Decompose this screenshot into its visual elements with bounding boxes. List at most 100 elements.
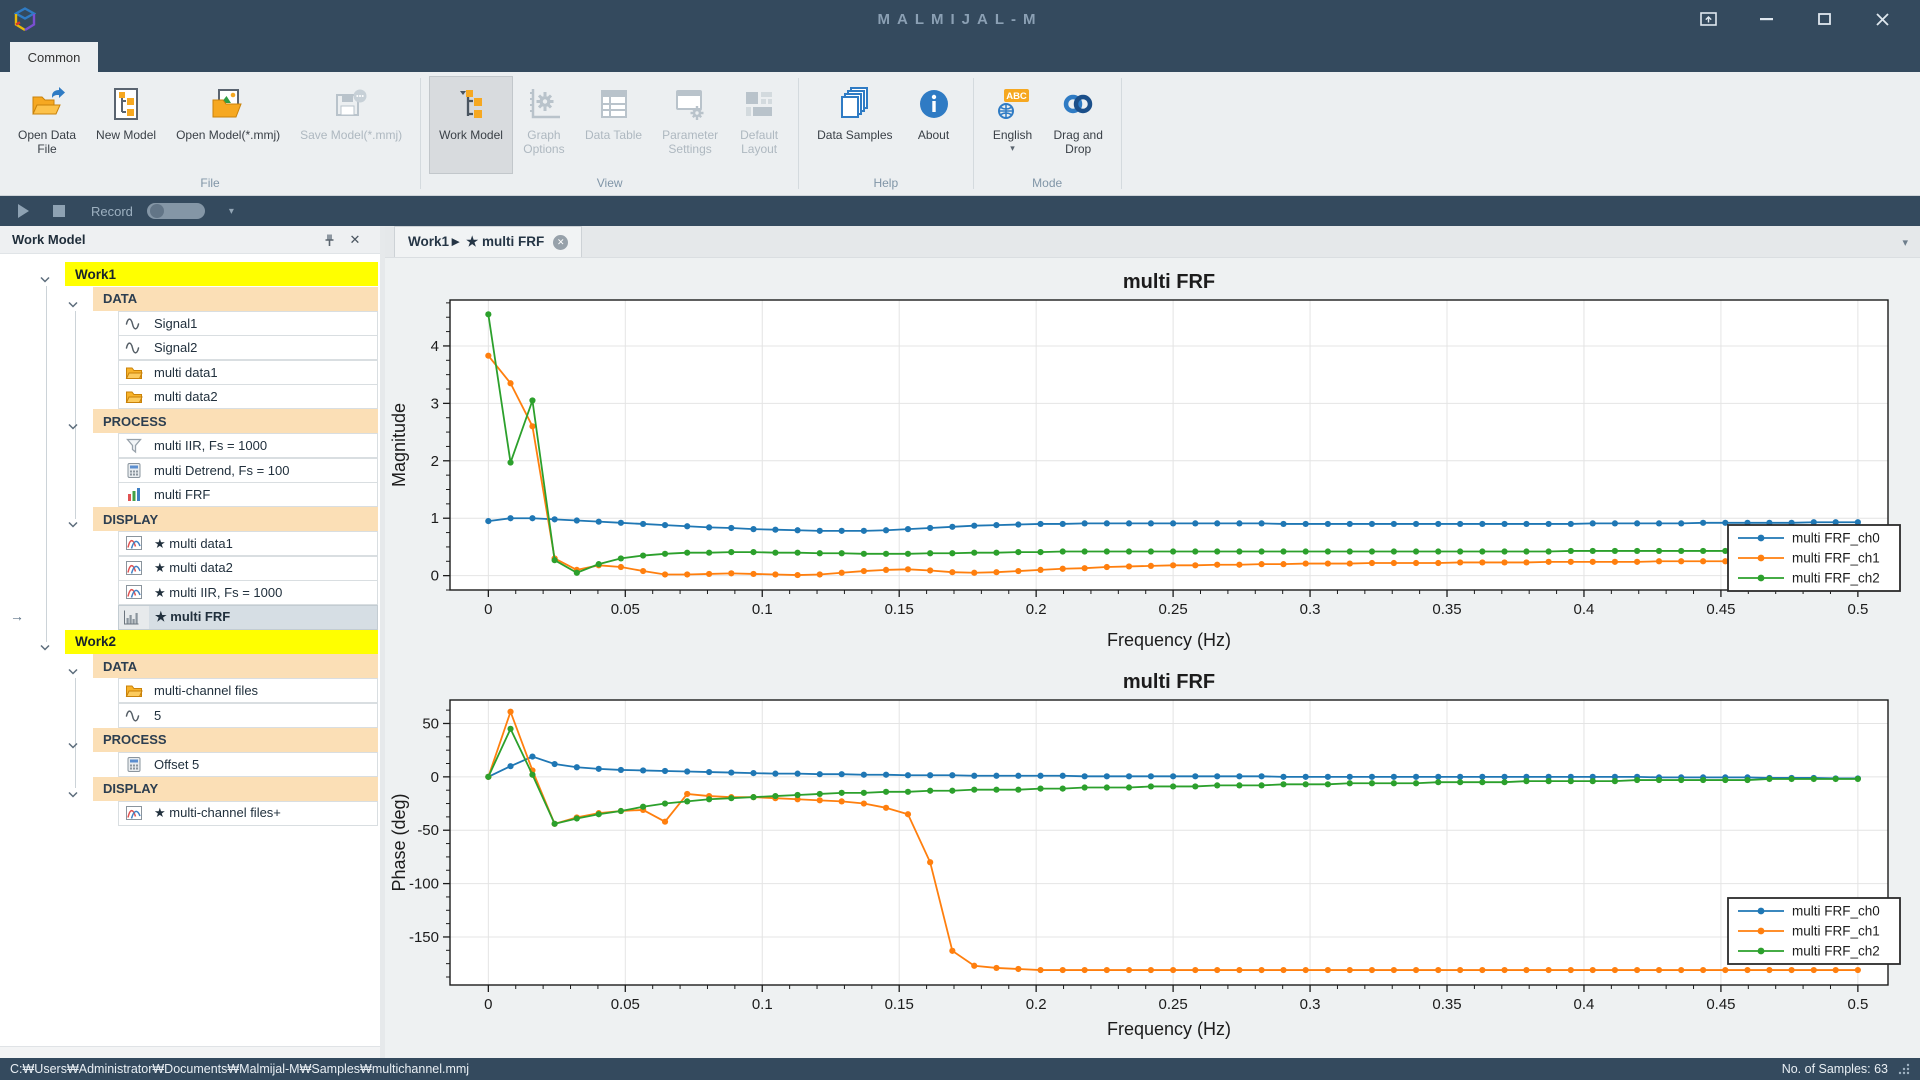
samples-count: No. of Samples: 63 <box>1782 1062 1888 1076</box>
ribbon-group-caption-mode: Mode <box>974 174 1121 195</box>
tree-item-multi-detrend-fs-100[interactable]: multi Detrend, Fs = 100 <box>118 458 378 483</box>
tree-item-5[interactable]: 5 <box>118 703 378 728</box>
tree-item-signal1[interactable]: Signal1 <box>118 311 378 336</box>
tree-item-label: ★ multi-channel files+ <box>154 805 281 821</box>
play-icon[interactable] <box>18 204 29 218</box>
svg-text:0.35: 0.35 <box>1432 601 1461 618</box>
expander-chevron-icon[interactable] <box>68 515 78 533</box>
svg-text:0: 0 <box>484 601 492 618</box>
document-tab-label: Work1► ★ multi FRF <box>408 234 544 250</box>
svg-text:0: 0 <box>484 996 492 1013</box>
pin-icon[interactable] <box>316 233 342 247</box>
tree-item-multi-frf[interactable]: multi FRF <box>118 482 378 507</box>
tree-item-multi-channel-files[interactable]: ★ multi-channel files+ <box>118 801 378 826</box>
dropdown-caret-icon[interactable]: ▾ <box>1010 143 1015 154</box>
tree-item-multi-data2[interactable]: ★ multi data2 <box>118 556 378 581</box>
tree-row-multi-detrend-fs-100: multi Detrend, Fs = 100 <box>0 458 380 483</box>
expander-chevron-icon[interactable] <box>68 417 78 435</box>
tree-item-process[interactable]: PROCESS <box>93 728 378 753</box>
svg-text:0.4: 0.4 <box>1574 601 1595 618</box>
open-model-icon <box>210 84 246 124</box>
close-button[interactable] <box>1868 7 1896 31</box>
document-tab[interactable]: Work1► ★ multi FRF ✕ <box>394 226 582 257</box>
expander-chevron-icon[interactable] <box>68 785 78 803</box>
status-bar: C:₩Users₩Administrator₩Documents₩Malmija… <box>0 1058 1920 1080</box>
tree-item-signal2[interactable]: Signal2 <box>118 335 378 360</box>
tree-item-offset-5[interactable]: Offset 5 <box>118 752 378 777</box>
svg-text:0.1: 0.1 <box>752 996 773 1013</box>
tree-item-label: 5 <box>154 708 161 723</box>
tree-item-display[interactable]: DISPLAY <box>93 777 378 802</box>
tree-item-label: ★ multi data2 <box>154 560 233 576</box>
resize-grip-icon[interactable] <box>1898 1063 1910 1075</box>
svg-text:Phase (deg): Phase (deg) <box>389 793 409 891</box>
tree-item-data[interactable]: DATA <box>93 654 378 679</box>
tree-row-signal1: Signal1 <box>0 311 380 336</box>
ribbon-button-label: Drag and Drop <box>1054 128 1103 157</box>
tree-item-label: ★ multi FRF <box>155 609 230 625</box>
tree-item-display[interactable]: DISPLAY <box>93 507 378 532</box>
expander-chevron-icon[interactable] <box>40 270 50 288</box>
minimize-button[interactable] <box>1752 7 1780 31</box>
ribbon-button-label: Open Model(*.mmj) <box>176 128 280 142</box>
ribbon-button-drag-and-drop[interactable]: Drag and Drop <box>1044 76 1113 174</box>
tree-item-data[interactable]: DATA <box>93 287 378 312</box>
svg-text:0.25: 0.25 <box>1159 996 1188 1013</box>
tree-item-work1[interactable]: Work1 <box>65 262 378 287</box>
maximize-button[interactable] <box>1810 7 1838 31</box>
tree-row-signal2: Signal2 <box>0 336 380 361</box>
folder-icon <box>125 388 147 405</box>
tab-common[interactable]: Common <box>10 42 98 72</box>
tree-item-multi-data1[interactable]: ★ multi data1 <box>118 531 378 556</box>
tree-item-label: multi Detrend, Fs = 100 <box>154 463 289 478</box>
ribbon-button-new-model[interactable]: New Model <box>86 76 166 174</box>
svg-text:-100: -100 <box>409 876 439 893</box>
tree-item-label: multi data1 <box>154 365 218 380</box>
data-table-icon <box>596 84 632 124</box>
wave-icon <box>125 707 147 724</box>
record-toggle[interactable] <box>147 203 205 219</box>
ribbon-button-data-samples[interactable]: Data Samples <box>807 76 902 174</box>
expander-chevron-icon[interactable] <box>68 736 78 754</box>
tree-item-multi-iir-fs-1000[interactable]: ★ multi IIR, Fs = 1000 <box>118 580 378 605</box>
document-area: Work1► ★ multi FRF ✕ ▾ multi FRF00.050.1… <box>385 226 1920 1058</box>
chart2-svg: multi FRF00.050.10.150.20.250.30.350.40.… <box>385 658 1915 1058</box>
ribbon-button-english[interactable]: ABCEnglish▾ <box>982 76 1044 174</box>
tree-item-multi-frf[interactable]: ★ multi FRF <box>118 605 378 630</box>
tree-item-multi-iir-fs-1000[interactable]: multi IIR, Fs = 1000 <box>118 433 378 458</box>
tab-close-icon[interactable]: ✕ <box>553 235 568 250</box>
tree-item-multi-channel-files[interactable]: multi-channel files <box>118 678 378 703</box>
calc-icon <box>125 462 147 479</box>
tree-row-multi-frf: ★ multi FRF→ <box>0 605 380 630</box>
svg-text:Frequency (Hz): Frequency (Hz) <box>1107 630 1231 650</box>
expander-chevron-icon[interactable] <box>40 638 50 656</box>
tree-item-work2[interactable]: Work2 <box>65 630 378 655</box>
panel-close-icon[interactable]: ✕ <box>342 232 368 248</box>
work-model-panel-header: Work Model ✕ <box>0 226 380 254</box>
tree-row-multi-channel-files: multi-channel files <box>0 679 380 704</box>
expander-chevron-icon[interactable] <box>68 295 78 313</box>
tree-item-process[interactable]: PROCESS <box>93 409 378 434</box>
stop-icon[interactable] <box>53 205 65 217</box>
ribbon-button-work-model[interactable]: Work Model <box>429 76 513 174</box>
svg-text:0.05: 0.05 <box>611 996 640 1013</box>
folder-icon <box>125 682 147 699</box>
ribbon-button-open-model-mmj[interactable]: Open Model(*.mmj) <box>166 76 290 174</box>
english-icon: ABC <box>995 84 1031 124</box>
svg-text:1: 1 <box>431 510 439 527</box>
tree-row-display: DISPLAY <box>0 507 380 532</box>
expander-chevron-icon[interactable] <box>68 662 78 680</box>
record-dropdown-caret-icon[interactable]: ▾ <box>229 206 234 217</box>
svg-text:4: 4 <box>431 338 439 355</box>
tree-item-label: DATA <box>103 659 137 674</box>
ribbon-toggle-icon[interactable] <box>1694 7 1722 31</box>
svg-text:0.4: 0.4 <box>1574 996 1595 1013</box>
ribbon-button-about[interactable]: About <box>903 76 965 174</box>
tree-item-multi-data1[interactable]: multi data1 <box>118 360 378 385</box>
tree-horizontal-scrollbar[interactable] <box>0 1046 380 1058</box>
tree-item-label: DISPLAY <box>103 781 158 796</box>
tree-item-multi-data2[interactable]: multi data2 <box>118 384 378 409</box>
svg-text:0.35: 0.35 <box>1432 996 1461 1013</box>
ribbon-button-open-data-file[interactable]: Open Data File <box>8 76 86 174</box>
tab-list-caret-icon[interactable]: ▾ <box>1902 236 1908 249</box>
